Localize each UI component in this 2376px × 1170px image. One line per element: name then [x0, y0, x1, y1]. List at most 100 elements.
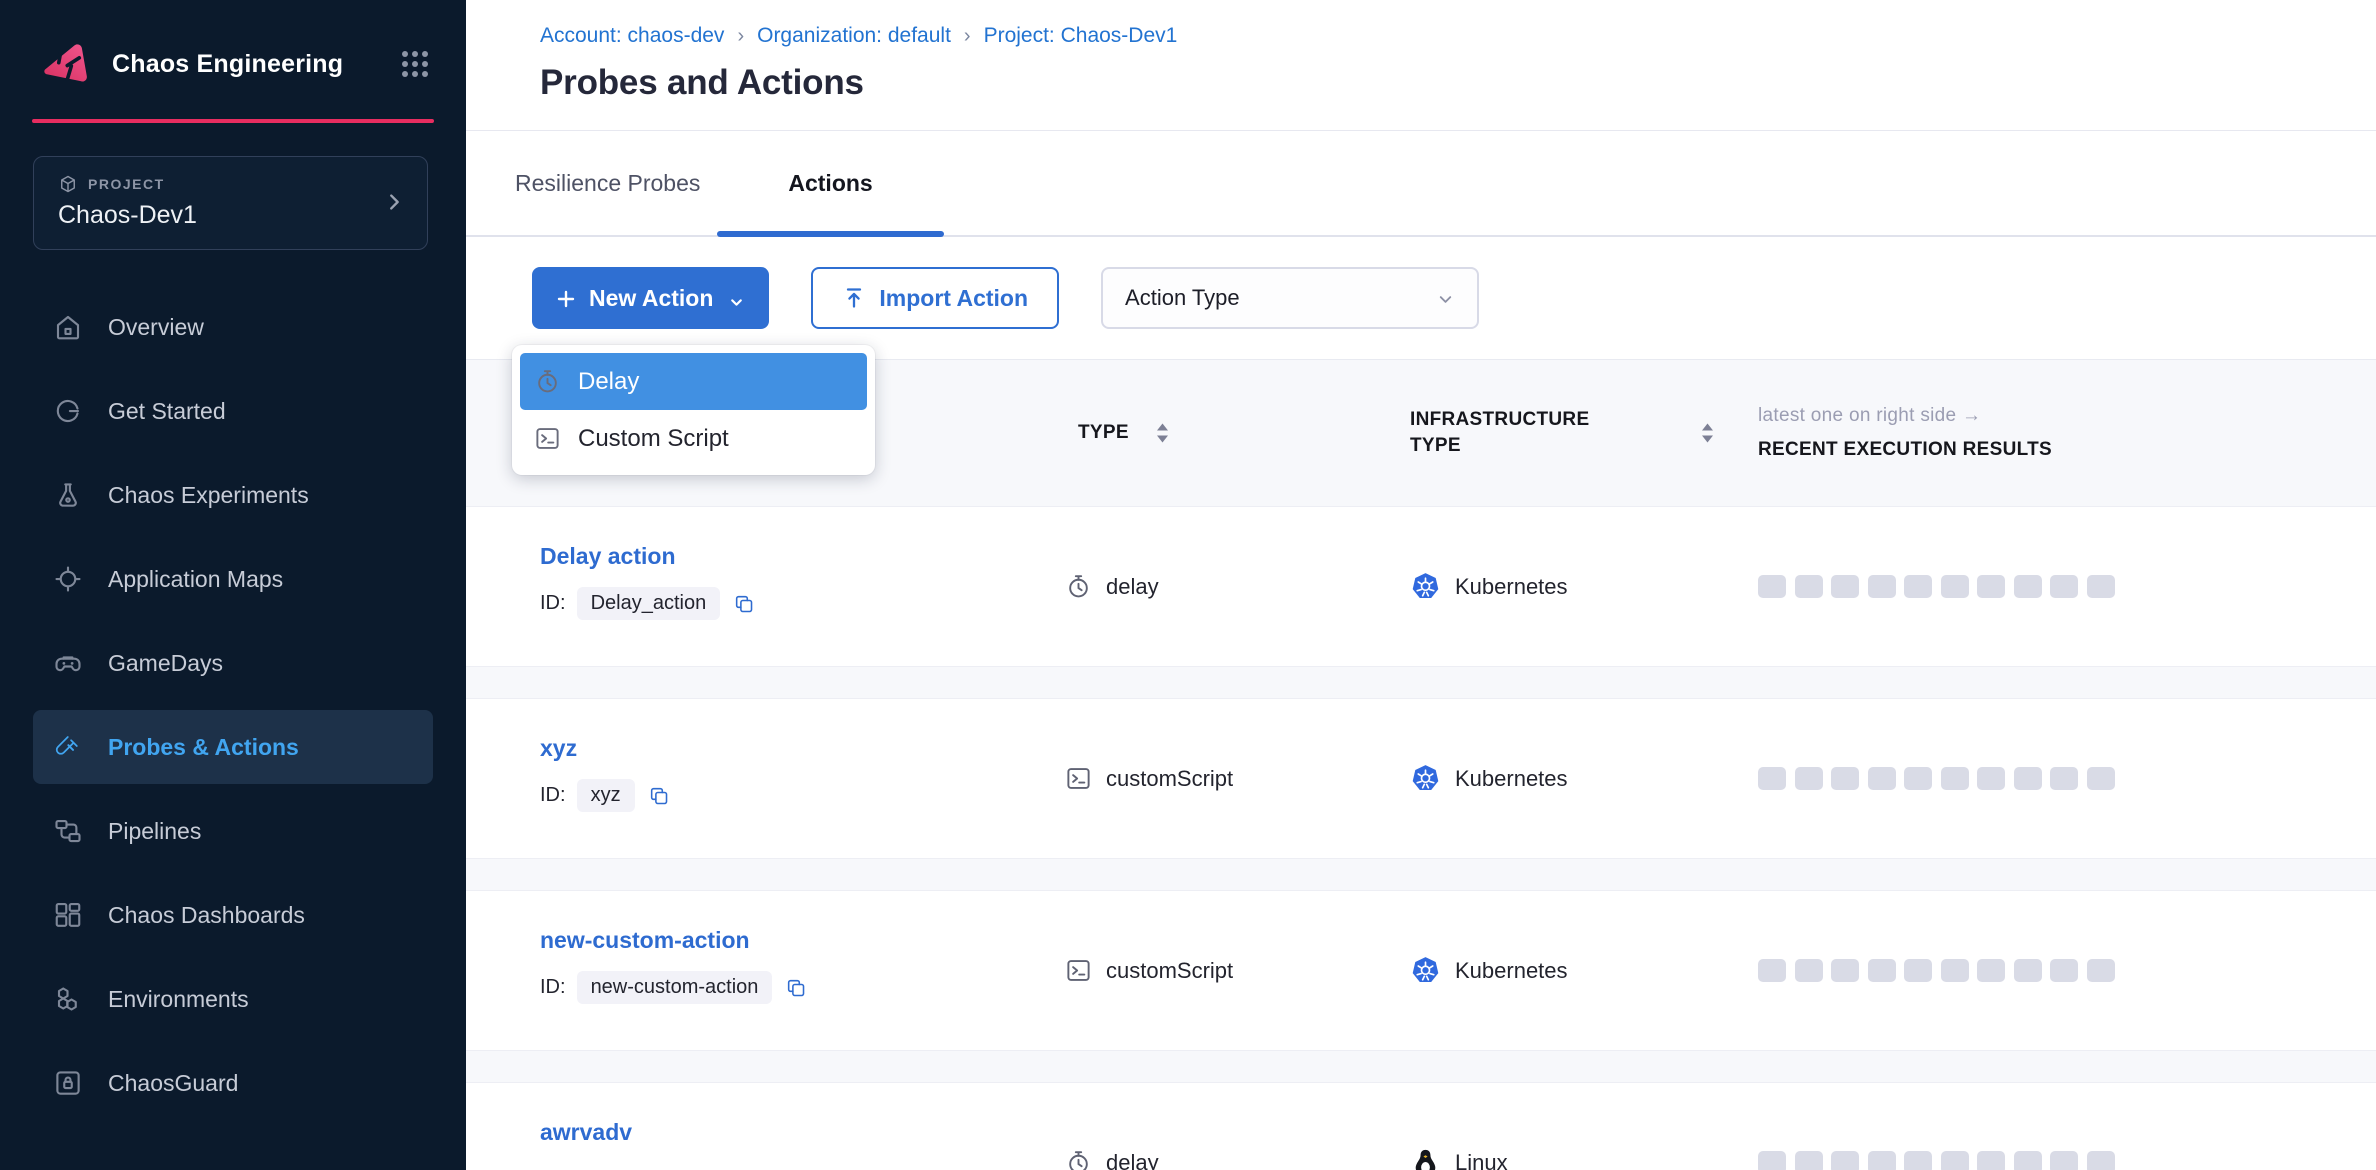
type-cell: customScript [1065, 891, 1410, 1050]
execution-result-placeholder [2014, 575, 2042, 598]
action-id-value: xyz [577, 779, 635, 812]
menu-item-delay[interactable]: Delay [520, 353, 867, 410]
tab-resilience-probes[interactable]: Resilience Probes [515, 131, 700, 235]
sidebar: Chaos Engineering PROJECT [0, 0, 466, 1170]
action-name-link[interactable]: Delay action [540, 543, 676, 570]
action-type-placeholder: Action Type [1125, 285, 1240, 311]
execution-result-placeholder [2087, 959, 2115, 982]
table-row: xyzID:xyzcustomScriptKubernetes [466, 698, 2376, 859]
copy-icon[interactable] [733, 593, 755, 615]
type-value: delay [1106, 574, 1159, 600]
name-cell: xyzID:xyz [540, 699, 1065, 858]
menu-item-label: Custom Script [578, 425, 729, 453]
name-cell: new-custom-actionID:new-custom-action [540, 891, 1065, 1050]
page-header: Account: chaos-dev›Organization: default… [466, 0, 2376, 131]
sidebar-item-label: Get Started [108, 398, 226, 425]
execution-result-placeholder [1831, 575, 1859, 598]
chevron-down-icon [728, 290, 745, 307]
column-header-type[interactable]: TYPE [1065, 422, 1410, 444]
execution-result-placeholder [1941, 767, 1969, 790]
breadcrumb: Account: chaos-dev›Organization: default… [540, 24, 2376, 48]
sidebar-item-chaos-dashboards[interactable]: Chaos Dashboards [33, 878, 433, 952]
name-cell: awrvadv [540, 1083, 1065, 1170]
kubernetes-icon [1410, 955, 1441, 986]
column-header-recent-execution-results: latest one on right side → RECENT EXECUT… [1745, 405, 2376, 461]
sort-icon[interactable] [1700, 422, 1715, 444]
execution-result-placeholder [1758, 767, 1786, 790]
infrastructure-type-value: Kubernetes [1455, 574, 1568, 600]
column-header-infrastructure-type[interactable]: INFRASTRUCTURE TYPE [1410, 407, 1745, 458]
execution-result-placeholder [1977, 959, 2005, 982]
app-root: Chaos Engineering PROJECT [0, 0, 2376, 1170]
action-name-link[interactable]: awrvadv [540, 1119, 632, 1146]
type-value: delay [1106, 1150, 1159, 1170]
stopwatch-icon [534, 368, 561, 395]
action-name-link[interactable]: new-custom-action [540, 927, 750, 954]
breadcrumb-link-account[interactable]: Account: chaos-dev [540, 24, 724, 48]
kubernetes-icon [1410, 571, 1441, 602]
sidebar-item-probes-actions[interactable]: Probes & Actions [33, 710, 433, 784]
sidebar-item-pipelines[interactable]: Pipelines [33, 794, 433, 868]
execution-result-placeholder [1904, 959, 1932, 982]
import-action-label: Import Action [879, 285, 1028, 312]
execution-result-placeholder [2014, 959, 2042, 982]
type-cell: delay [1065, 1083, 1410, 1170]
table-row: awrvadvdelayLinux [466, 1082, 2376, 1170]
type-cell: delay [1065, 507, 1410, 666]
kubernetes-icon [1410, 763, 1441, 794]
sidebar-item-overview[interactable]: Overview [33, 290, 433, 364]
copy-icon[interactable] [648, 785, 670, 807]
type-header-label: TYPE [1078, 422, 1129, 444]
new-action-button[interactable]: New Action [532, 267, 769, 329]
name-cell: Delay actionID:Delay_action [540, 507, 1065, 666]
new-action-menu: Delay Custom Script [512, 345, 875, 475]
execution-result-placeholder [2087, 1151, 2115, 1170]
sidebar-item-label: Application Maps [108, 566, 283, 593]
copy-icon[interactable] [785, 977, 807, 999]
execution-result-placeholder [1941, 1151, 1969, 1170]
target-icon [53, 564, 83, 594]
execution-result-placeholder [1941, 575, 1969, 598]
execution-result-placeholder [1795, 959, 1823, 982]
sidebar-item-environments[interactable]: Environments [33, 962, 433, 1036]
execution-result-placeholder [1977, 767, 2005, 790]
module-grid-icon[interactable] [398, 47, 432, 81]
menu-item-custom-script[interactable]: Custom Script [520, 410, 867, 467]
gamepad-icon [53, 648, 83, 678]
execution-result-placeholder [2087, 767, 2115, 790]
execution-result-placeholder [2050, 1151, 2078, 1170]
menu-item-label: Delay [578, 368, 639, 396]
sidebar-item-label: ChaosGuard [108, 1070, 238, 1097]
tab-actions[interactable]: Actions [717, 131, 943, 235]
action-type-select[interactable]: Action Type [1101, 267, 1479, 329]
execution-result-placeholder [1904, 575, 1932, 598]
breadcrumb-link-project[interactable]: Project: Chaos-Dev1 [984, 24, 1178, 48]
recent-execution-results-cell [1745, 699, 2376, 858]
execution-result-placeholder [2050, 767, 2078, 790]
stopwatch-icon [1065, 573, 1092, 600]
sidebar-item-gamedays[interactable]: GameDays [33, 626, 433, 700]
execution-result-placeholder [1941, 959, 1969, 982]
execution-result-placeholder [1795, 767, 1823, 790]
sidebar-item-label: Chaos Experiments [108, 482, 309, 509]
sidebar-item-chaos-experiments[interactable]: Chaos Experiments [33, 458, 433, 532]
recent-execution-results-cell [1745, 891, 2376, 1050]
infrastructure-type-cell: Kubernetes [1410, 507, 1745, 666]
terminal-icon [1065, 957, 1092, 984]
table-row: Delay actionID:Delay_action delay Kubernet… [466, 506, 2376, 667]
linux-icon [1410, 1147, 1441, 1170]
sidebar-item-chaosguard[interactable]: ChaosGuard [33, 1046, 433, 1120]
sidebar-item-application-maps[interactable]: Application Maps [33, 542, 433, 616]
action-name-link[interactable]: xyz [540, 735, 577, 762]
sort-icon[interactable] [1155, 422, 1170, 444]
import-action-button[interactable]: Import Action [811, 267, 1059, 329]
chaos-engineering-logo-icon[interactable] [36, 36, 92, 92]
execution-result-placeholder [1758, 959, 1786, 982]
import-icon [842, 286, 866, 310]
project-selector[interactable]: PROJECT Chaos-Dev1 [33, 156, 428, 250]
type-cell: customScript [1065, 699, 1410, 858]
actions-table-body: Delay actionID:Delay_actiondelayKubernet… [466, 506, 2376, 1170]
sidebar-item-get-started[interactable]: Get Started [33, 374, 433, 448]
breadcrumb-link-organization[interactable]: Organization: default [757, 24, 951, 48]
recent-execution-results-cell [1745, 1083, 2376, 1170]
